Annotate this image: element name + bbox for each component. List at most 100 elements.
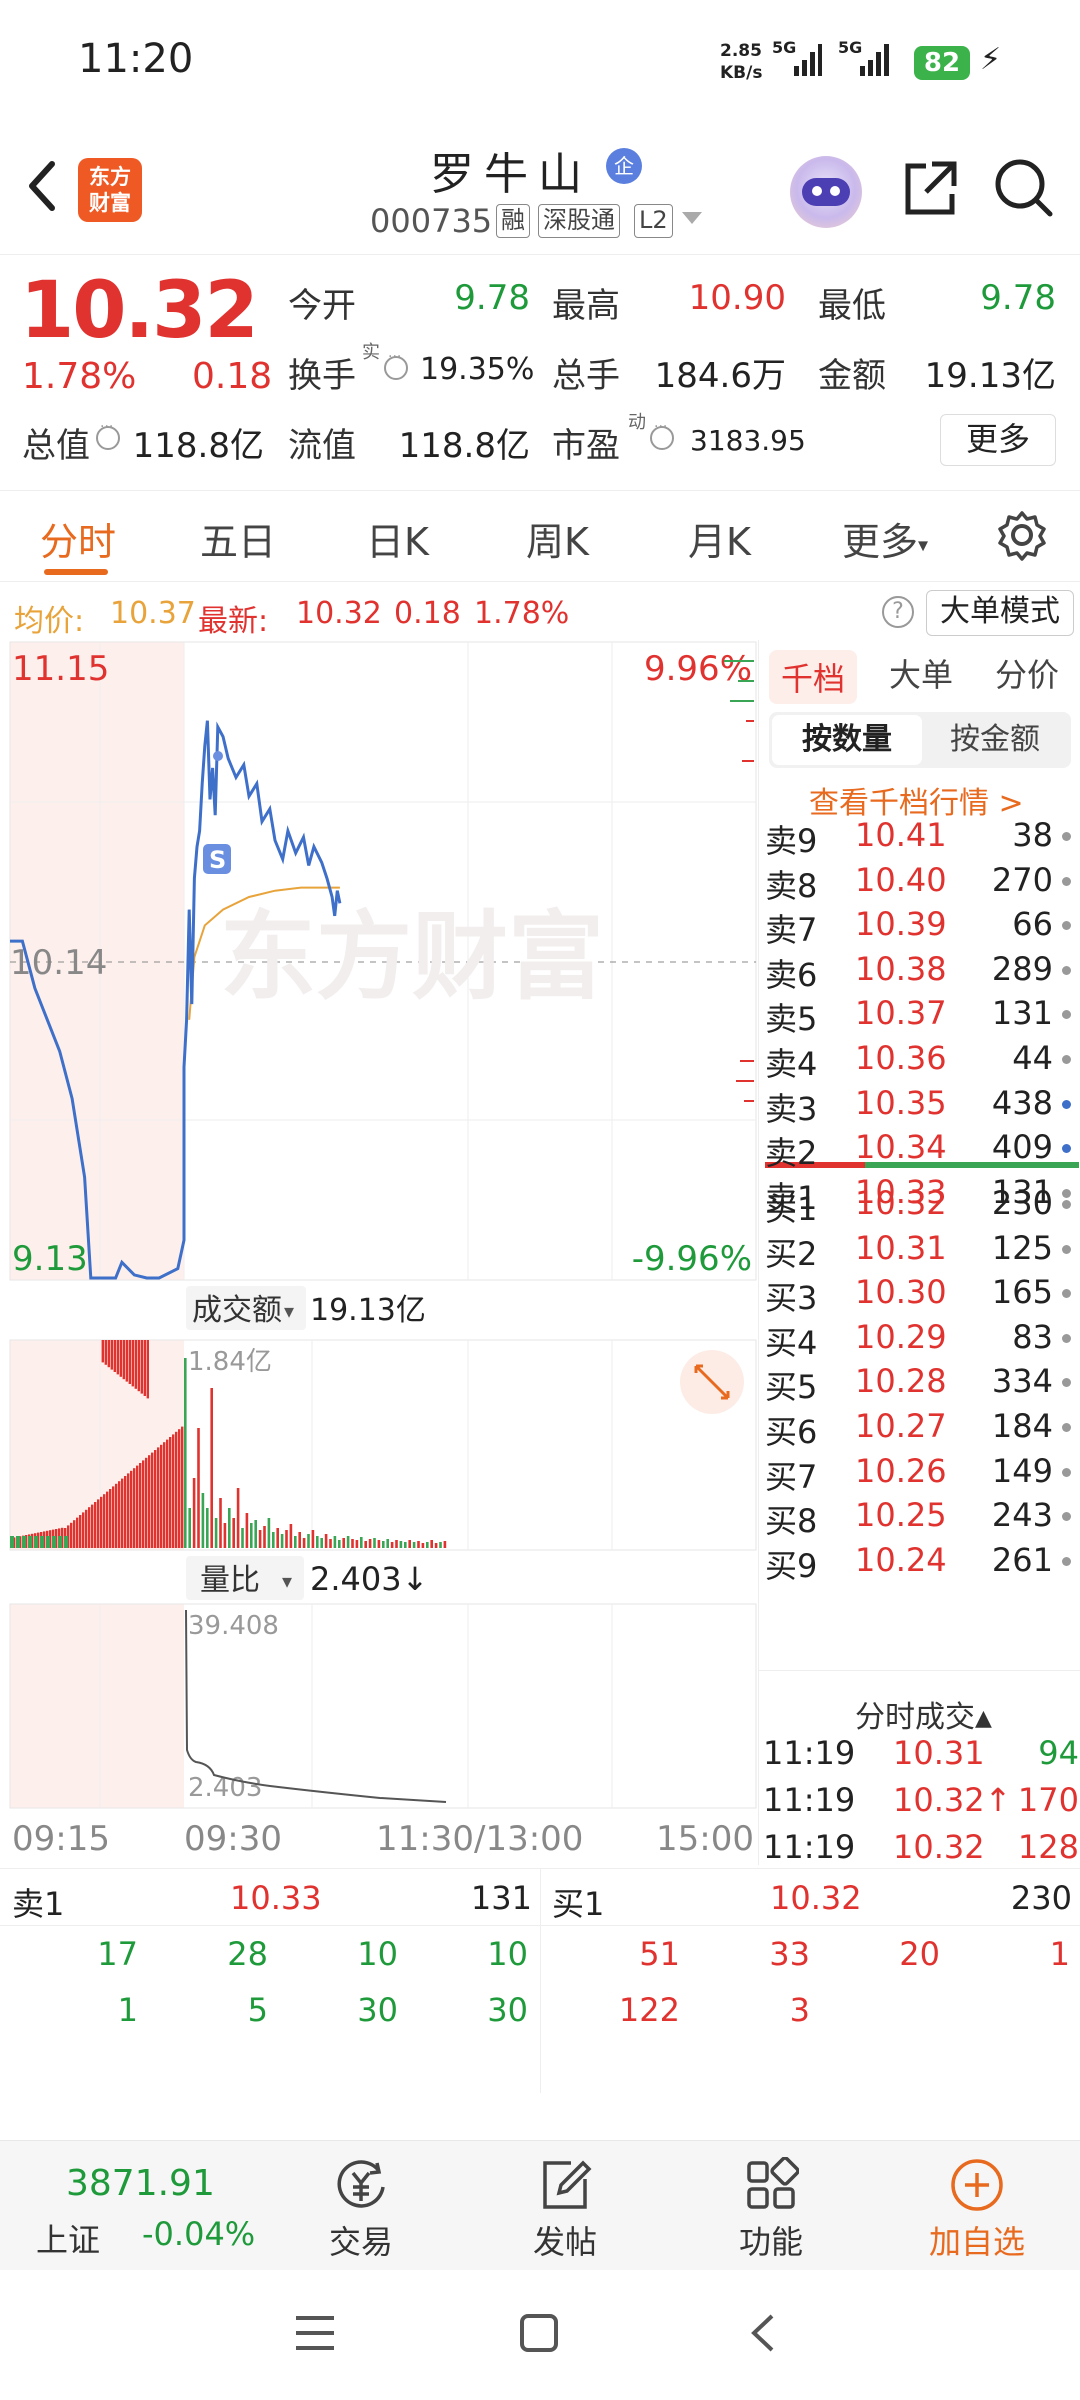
bid-level-row[interactable]: 买8 10.25 243 xyxy=(761,1494,1080,1540)
volume-label: 总手 xyxy=(552,356,620,396)
queue-order-volume: 1 xyxy=(1049,1935,1070,1973)
tab-five-day[interactable]: 五日 xyxy=(200,511,276,566)
auction-bar xyxy=(97,1499,100,1548)
bid-level-row[interactable]: 买3 10.30 165 xyxy=(761,1271,1080,1317)
bid-level-label: 买4 xyxy=(765,1323,818,1362)
level-dot-icon xyxy=(1062,1467,1071,1477)
index-ticker[interactable]: 3871.91 上证 -0.04% xyxy=(0,2141,270,2271)
menu-icon[interactable] xyxy=(292,2310,338,2356)
home-icon[interactable] xyxy=(516,2310,562,2356)
info-icon[interactable] xyxy=(96,419,120,450)
index-name: 上证 xyxy=(36,2221,101,2259)
level-dot-icon xyxy=(1062,1010,1071,1020)
depth-tick xyxy=(742,760,754,762)
bid-level-row[interactable]: 买6 10.27 184 xyxy=(761,1405,1080,1451)
info-icon[interactable] xyxy=(384,349,408,380)
bid-level-row[interactable]: 买4 10.29 83 xyxy=(761,1316,1080,1362)
nav-functions[interactable]: 功能 xyxy=(696,2141,846,2271)
ask-level-row[interactable]: 卖8 10.40 270 xyxy=(761,859,1080,905)
gear-icon[interactable] xyxy=(996,509,1048,561)
edit-icon xyxy=(543,2160,592,2209)
ask-level-row[interactable]: 卖3 10.35 438 xyxy=(761,1082,1080,1128)
bid-level-row[interactable]: 买7 10.26 149 xyxy=(761,1450,1080,1496)
bid-level-label: 买1 xyxy=(765,1190,818,1228)
tab-more[interactable]: 更多▾ xyxy=(842,511,928,566)
by-amount-option[interactable]: 按金额 xyxy=(922,715,1068,765)
auction-bar xyxy=(76,1517,79,1548)
low-value: 9.78 xyxy=(980,278,1056,318)
tab-intraday[interactable]: 分时 xyxy=(40,511,116,566)
ask-level-row[interactable]: 卖9 10.41 38 xyxy=(761,814,1080,860)
back-icon[interactable] xyxy=(20,150,70,220)
by-quantity-option[interactable]: 按数量 xyxy=(772,715,922,765)
trade-icon xyxy=(337,2160,385,2208)
level-dot-icon xyxy=(1062,1244,1071,1254)
tab-price-dist[interactable]: 分价 xyxy=(995,650,1059,696)
ask-level-label: 卖7 xyxy=(765,911,818,950)
ask-level-price: 10.36 xyxy=(855,1039,947,1077)
caret-down-icon: ▾ xyxy=(284,1299,294,1323)
ask-level-row[interactable]: 卖4 10.36 44 xyxy=(761,1037,1080,1083)
ask-level-row[interactable]: 卖7 10.39 66 xyxy=(761,903,1080,949)
info-icon[interactable] xyxy=(650,419,674,450)
turnover-bar xyxy=(355,1540,359,1548)
queue-order-volume: 33 xyxy=(769,1935,810,1973)
turnover-bar xyxy=(289,1524,293,1548)
app-logo[interactable]: 东方 财富 xyxy=(78,158,142,222)
tab-weekly-k[interactable]: 周K xyxy=(526,511,589,566)
auction-bar xyxy=(131,1340,134,1387)
depth-tick xyxy=(738,680,754,682)
auction-bar xyxy=(125,1340,128,1382)
ask-level-row[interactable]: 卖5 10.37 131 xyxy=(761,992,1080,1038)
strip-sell-volume: 131 xyxy=(470,1879,532,1917)
nav-post[interactable]: 发帖 xyxy=(490,2141,640,2271)
high-value: 10.90 xyxy=(688,278,786,318)
nav-add-watchlist[interactable]: 加自选 xyxy=(902,2141,1052,2271)
queue-order-volume: 3 xyxy=(789,1991,810,2029)
strip-buy-label: 买1 xyxy=(552,1885,605,1923)
bid-level-label: 买9 xyxy=(765,1546,818,1585)
index-value: 3871.91 xyxy=(66,2163,215,2204)
tab-monthly-k[interactable]: 月K xyxy=(688,511,751,566)
high-marker xyxy=(213,751,223,761)
auction-bar xyxy=(157,1447,160,1548)
turnover-bar xyxy=(324,1534,328,1548)
help-icon[interactable]: ? xyxy=(882,596,914,628)
nav-trade[interactable]: 交易 xyxy=(286,2141,436,2271)
more-button[interactable]: 更多 xyxy=(940,414,1056,466)
bid-level-row[interactable]: 买5 10.28 334 xyxy=(761,1360,1080,1406)
auction-bar xyxy=(181,1426,184,1548)
auction-bar xyxy=(121,1478,124,1548)
tab-daily-k[interactable]: 日K xyxy=(366,511,429,566)
bid-level-row[interactable]: 买2 10.31 125 xyxy=(761,1227,1080,1273)
add-circle-icon xyxy=(951,2159,1003,2211)
tab-depth[interactable]: 千档 xyxy=(769,650,858,704)
ask-level-row[interactable]: 卖2 10.34 409 xyxy=(761,1126,1080,1172)
back-nav-icon[interactable] xyxy=(742,2310,788,2356)
queue-order-volume: 51 xyxy=(639,1935,680,1973)
big-order-mode-button[interactable]: 大单模式 xyxy=(926,590,1074,636)
turnover-bar xyxy=(302,1538,306,1548)
tab-big-order[interactable]: 大单 xyxy=(889,650,953,696)
volume-ratio-title: 量比 xyxy=(200,1563,260,1598)
turnover-bar xyxy=(219,1498,222,1548)
turnover-bar xyxy=(258,1530,262,1548)
ask-level-volume: 131 xyxy=(991,994,1053,1033)
assistant-avatar[interactable] xyxy=(790,156,862,228)
search-icon[interactable] xyxy=(990,154,1056,220)
bid-level-volume: 83 xyxy=(1012,1317,1053,1356)
bid-level-row[interactable]: 买9 10.24 261 xyxy=(761,1539,1080,1585)
index-change: -0.04% xyxy=(142,2215,256,2253)
bid-level-price: 10.31 xyxy=(855,1228,947,1267)
share-icon[interactable] xyxy=(896,156,962,222)
auction-bar xyxy=(101,1340,104,1363)
strip-sell-price: 10.33 xyxy=(230,1879,322,1917)
queue-order-volume: 10 xyxy=(357,1935,398,1973)
chevron-down-icon[interactable] xyxy=(682,212,702,224)
turnover-bar xyxy=(360,1537,363,1548)
intraday-chart[interactable]: 东方财富 11.15 10.14 9.13 9.96% -9.96% S 成交额… xyxy=(0,640,758,1865)
bid-level-row[interactable]: 买1 10.32 230 xyxy=(761,1182,1080,1228)
ticks-title[interactable]: 分时成交▲ xyxy=(855,1692,992,1736)
logo-text: 东方 xyxy=(89,165,131,189)
ask-level-row[interactable]: 卖6 10.38 289 xyxy=(761,948,1080,994)
